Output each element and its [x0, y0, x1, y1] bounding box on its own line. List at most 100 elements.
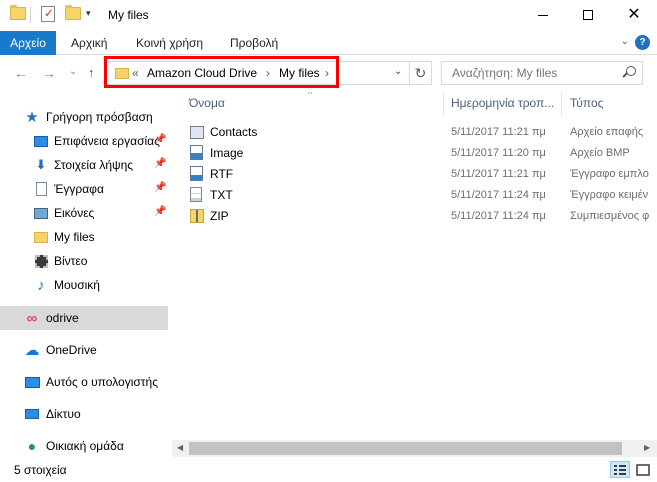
breadcrumb-amazon-cloud-drive[interactable]: Amazon Cloud Drive	[147, 66, 257, 80]
details-view-button[interactable]	[610, 461, 630, 478]
recent-locations-button[interactable]: ⌄	[69, 66, 77, 77]
maximize-button[interactable]	[565, 0, 611, 30]
file-row-contacts[interactable]: Contacts 5/11/2017 11:21 πμ Αρχείο επαφή…	[172, 122, 657, 143]
help-icon[interactable]: ?	[635, 35, 650, 50]
folder-icon	[33, 229, 49, 245]
pin-icon[interactable]: 📌	[154, 182, 166, 193]
star-icon: ★	[25, 109, 39, 126]
network-icon	[24, 406, 40, 422]
scroll-left-icon[interactable]: ◀	[177, 443, 183, 452]
ribbon-expand-icon[interactable]: ⌄	[621, 36, 629, 47]
window-title: My files	[108, 8, 149, 22]
address-folder-icon	[115, 68, 129, 79]
back-button[interactable]: ←	[14, 65, 28, 81]
file-name: Contacts	[210, 125, 258, 139]
ribbon-tabs: Αρχείο Αρχική Κοινή χρήση Προβολή ⌄ ?	[0, 31, 657, 55]
search-box[interactable]	[441, 61, 643, 85]
image-file-icon	[190, 145, 205, 161]
nav-item-onedrive[interactable]: ☁ OneDrive	[0, 339, 168, 361]
nav-item-my-files[interactable]: My files	[0, 226, 168, 248]
scrollbar-thumb[interactable]	[189, 442, 622, 455]
onedrive-icon: ☁	[24, 342, 40, 359]
column-header-type[interactable]: Τύπος	[570, 92, 603, 116]
column-separator[interactable]	[443, 92, 444, 116]
column-header-date[interactable]: Ημερομηνία τροπ...	[451, 92, 561, 116]
odrive-icon: ∞	[26, 309, 38, 327]
details-view-icon	[614, 465, 626, 475]
file-name: Image	[210, 146, 244, 160]
horizontal-scrollbar[interactable]: ◀ ▶	[172, 440, 657, 457]
file-row-zip[interactable]: ZIP 5/11/2017 11:24 πμ Συμπιεσμένος φ	[172, 206, 657, 227]
file-row-rtf[interactable]: RTF 5/11/2017 11:21 πμ Έγγραφο εμπλο	[172, 164, 657, 185]
nav-item-label: My files	[54, 230, 95, 244]
address-overflow[interactable]: «	[132, 66, 139, 80]
file-row-txt[interactable]: TXT 5/11/2017 11:24 πμ Έγγραφο κειμέν	[172, 185, 657, 206]
nav-item-label: Εικόνες	[54, 206, 95, 220]
nav-item-label: Αυτός ο υπολογιστής	[46, 375, 158, 389]
zip-file-icon	[190, 208, 205, 224]
pin-icon[interactable]: 📌	[154, 158, 166, 169]
pin-icon[interactable]: 📌	[154, 206, 166, 217]
address-bar[interactable]: « Amazon Cloud Drive › My files ›	[104, 61, 410, 85]
pin-icon[interactable]: 📌	[154, 134, 166, 145]
nav-item-label: OneDrive	[46, 343, 97, 357]
nav-item-this-pc[interactable]: Αυτός ο υπολογιστής	[0, 371, 168, 393]
address-dropdown-icon[interactable]: ⌄	[394, 66, 402, 77]
tab-home[interactable]: Αρχική	[71, 31, 107, 55]
tab-file[interactable]: Αρχείο	[0, 31, 56, 55]
column-header-name[interactable]: Όνομα	[189, 92, 439, 116]
breadcrumb-my-files[interactable]: My files	[279, 66, 320, 80]
desktop-icon	[33, 133, 49, 149]
nav-item-label: Οικιακή ομάδα	[46, 439, 124, 453]
file-date: 5/11/2017 11:24 πμ	[451, 189, 546, 201]
column-separator[interactable]	[561, 92, 562, 116]
file-row-image[interactable]: Image 5/11/2017 11:20 πμ Αρχείο BMP	[172, 143, 657, 164]
nav-item-label: Στοιχεία λήψης	[54, 158, 134, 172]
file-date: 5/11/2017 11:20 πμ	[451, 147, 546, 159]
nav-item-music[interactable]: ♪ Μουσική	[0, 274, 168, 296]
window-folder-icon	[10, 5, 26, 20]
breadcrumb-separator[interactable]: ›	[266, 66, 270, 80]
minimize-button[interactable]	[520, 0, 566, 30]
scroll-right-icon[interactable]: ▶	[644, 443, 650, 452]
file-type: Αρχείο BMP	[570, 147, 630, 159]
nav-item-pictures[interactable]: Εικόνες 📌	[0, 202, 168, 224]
tab-view[interactable]: Προβολή	[230, 31, 278, 55]
nav-item-desktop[interactable]: Επιφάνεια εργασίας 📌	[0, 130, 168, 152]
properties-icon[interactable]	[41, 6, 55, 22]
file-list: ^ Όνομα Ημερομηνία τροπ... Τύπος Contact…	[172, 92, 657, 440]
nav-item-documents[interactable]: Έγγραφα 📌	[0, 178, 168, 200]
up-button[interactable]: ↑	[88, 65, 95, 80]
nav-item-downloads[interactable]: ⬇ Στοιχεία λήψης 📌	[0, 154, 168, 176]
new-folder-icon[interactable]	[65, 5, 81, 20]
file-date: 5/11/2017 11:24 πμ	[451, 210, 546, 222]
file-name: RTF	[210, 167, 234, 181]
nav-item-label: Βίντεο	[54, 254, 88, 268]
search-icon[interactable]	[626, 66, 636, 76]
downloads-icon: ⬇	[35, 157, 47, 172]
tab-share[interactable]: Κοινή χρήση	[136, 31, 203, 55]
music-icon: ♪	[37, 276, 45, 294]
refresh-button[interactable]: ↻	[410, 61, 432, 85]
file-date: 5/11/2017 11:21 πμ	[451, 168, 546, 180]
nav-item-homegroup[interactable]: ● Οικιακή ομάδα	[0, 435, 168, 457]
close-button[interactable]: ✕	[611, 0, 657, 30]
quick-access-separator	[30, 7, 31, 23]
nav-item-odrive[interactable]: ∞ odrive	[0, 306, 168, 330]
quick-access-dropdown-icon[interactable]: ▾	[86, 8, 91, 19]
nav-item-network[interactable]: Δίκτυο	[0, 403, 168, 425]
contacts-file-icon	[190, 124, 205, 140]
title-bar: ▾ My files ✕	[0, 0, 657, 31]
videos-icon	[33, 253, 49, 269]
breadcrumb-separator[interactable]: ›	[325, 66, 329, 80]
large-icons-view-button[interactable]	[633, 461, 653, 478]
nav-item-quick-access[interactable]: ★ Γρήγορη πρόσβαση	[0, 106, 168, 128]
nav-item-label: Γρήγορη πρόσβαση	[46, 110, 153, 124]
nav-item-videos[interactable]: Βίντεο	[0, 250, 168, 272]
file-type: Έγγραφο εμπλο	[570, 168, 649, 180]
search-input[interactable]	[442, 62, 617, 84]
forward-button[interactable]: →	[42, 65, 56, 81]
file-name: ZIP	[210, 209, 229, 223]
file-type: Έγγραφο κειμέν	[570, 189, 649, 201]
large-icons-view-icon	[636, 464, 650, 476]
